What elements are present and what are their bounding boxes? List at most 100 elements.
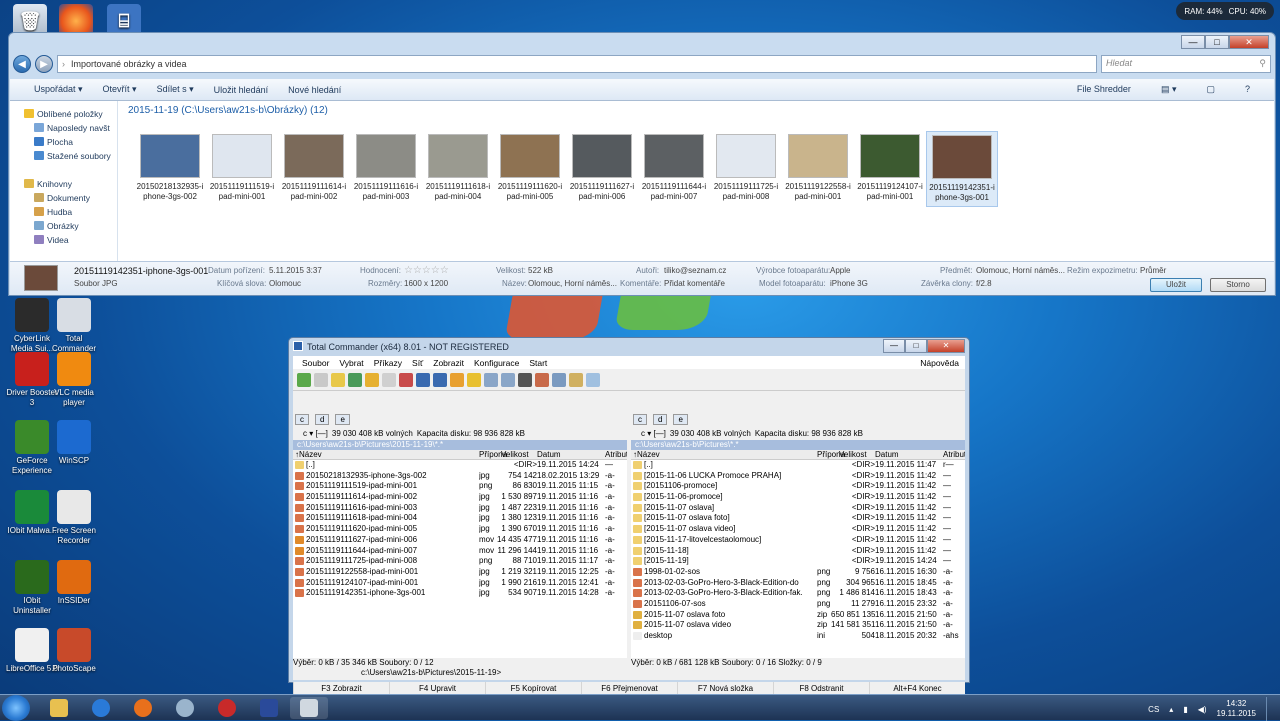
file-row[interactable]: 20150218132935-iphone-3gs-002 jpg 754 142 1… xyxy=(293,471,627,482)
new-search-button[interactable]: Nové hledání xyxy=(278,85,351,95)
file-row[interactable]: [2015-11-19] <DIR> 19.11.2015 14:24 — xyxy=(631,556,965,567)
desktop-shortcut[interactable]: WinSCP xyxy=(46,420,102,466)
file-row[interactable]: 20151119111725-ipad-mini-008 png 88 710 19.… xyxy=(293,556,627,567)
nav-item[interactable]: Dokumenty xyxy=(10,191,117,205)
file-row[interactable]: [2015-11-06 LUCKA Promoce PRAHA] <DIR> 19.… xyxy=(631,471,965,482)
invert-selection-icon[interactable] xyxy=(382,372,396,387)
zip-pack-icon[interactable] xyxy=(450,372,464,387)
left-drive-select[interactable]: c ▾ [—] xyxy=(303,429,328,438)
nav-item[interactable]: Videa xyxy=(10,233,117,247)
author-value[interactable]: tiliko@seznam.cz xyxy=(664,266,726,275)
col-attr[interactable]: Atributy xyxy=(605,450,627,459)
left-drive-c[interactable]: c xyxy=(295,413,309,425)
tray-arrow-icon[interactable]: ▴ xyxy=(1169,705,1173,714)
right-drive-e[interactable]: e xyxy=(673,413,688,425)
right-path[interactable]: c:\Users\aw21s-b\Pictures\*.* xyxy=(631,440,965,450)
file-shredder-button[interactable]: File Shredder xyxy=(1067,84,1141,95)
thumbnail-item[interactable]: 20151119111620-i pad-mini-005 xyxy=(494,131,566,207)
file-row[interactable]: 20151119111620-ipad-mini-005 jpg 1 390 670… xyxy=(293,524,627,535)
thumbnail-item[interactable]: 20151119111618-i pad-mini-004 xyxy=(422,131,494,207)
col-name[interactable]: ↑Název xyxy=(633,450,660,459)
nav-item[interactable]: Obrázky xyxy=(10,219,117,233)
total-commander-taskbar-icon[interactable] xyxy=(290,697,328,719)
file-row[interactable]: 2015-11-07 oslava video zip 141 581 351 16.… xyxy=(631,620,965,631)
subject-value[interactable]: Olomouc, Horní náměs... xyxy=(976,266,1065,275)
file-row[interactable]: 20151119111616-ipad-mini-003 jpg 1 487 223… xyxy=(293,503,627,514)
thumbnail-item[interactable]: 20151119111627-i pad-mini-006 xyxy=(566,131,638,207)
file-row[interactable]: 2013-02-03-GoPro-Hero-3-Black-Edition-fa… xyxy=(631,588,965,599)
thumbnail-item[interactable]: 20151119124107-i pad-mini-001 xyxy=(854,131,926,207)
menu-sit[interactable]: Síť xyxy=(407,358,428,368)
forward-button[interactable]: ▶ xyxy=(35,55,53,73)
col-attr[interactable]: Atributy xyxy=(943,450,965,459)
back-button[interactable]: ◀ xyxy=(13,55,31,73)
file-row[interactable]: [2015-11-07 oslava video] <DIR> 19.11.2015… xyxy=(631,524,965,535)
desktop-shortcut[interactable]: InSSIDer xyxy=(46,560,102,606)
file-row[interactable]: 20151119111644-ipad-mini-007 mov 11 296 14… xyxy=(293,546,627,557)
view-options-icon[interactable]: ▤ ▾ xyxy=(1151,84,1187,95)
pack-icon[interactable] xyxy=(399,372,413,387)
menu-napoveda[interactable]: Nápověda xyxy=(915,358,965,368)
firefox-taskbar-icon[interactable] xyxy=(124,697,162,719)
search-input[interactable]: Hledat ⚲ xyxy=(1101,55,1271,73)
nav-item[interactable]: Oblíbené položky xyxy=(10,107,117,121)
file-row[interactable]: 1998-01-02-sos png 9 756 16.11.2015 16:30 -a… xyxy=(631,567,965,578)
nav-item[interactable]: Plocha xyxy=(10,135,117,149)
desktop-shortcut[interactable]: Free Screen Recorder xyxy=(46,490,102,546)
title-value[interactable]: Olomouc, Horní náměs... xyxy=(528,279,617,288)
tree-icon[interactable] xyxy=(365,372,379,387)
nav-item[interactable]: Stažené soubory xyxy=(10,149,117,163)
unpack-icon[interactable] xyxy=(467,372,481,387)
thumbnail-item[interactable]: 20150218132935-i phone-3gs-002 xyxy=(134,131,206,207)
ftp-icon[interactable] xyxy=(535,372,549,387)
nav-item[interactable]: Naposledy navšt xyxy=(10,121,117,135)
desktop-shortcut[interactable]: VLC media player xyxy=(46,352,102,408)
keywords-value[interactable]: Olomouc xyxy=(269,279,301,288)
start-button[interactable] xyxy=(2,695,30,721)
file-row[interactable]: [20151106-promoce] <DIR> 19.11.2015 11:42 — xyxy=(631,481,965,492)
nav-item[interactable]: Knihovny xyxy=(10,177,117,191)
command-prompt-icon[interactable] xyxy=(586,372,600,387)
col-size[interactable]: Velikost xyxy=(839,450,867,459)
file-row[interactable]: 20151119124107-ipad-mini-001 jpg 1 990 216… xyxy=(293,578,627,589)
tool-taskbar-icon[interactable] xyxy=(166,697,204,719)
thumbnail-item[interactable]: 20151119111644-i pad-mini-007 xyxy=(638,131,710,207)
full-view-icon[interactable] xyxy=(331,372,345,387)
tc-minimize-button[interactable]: — xyxy=(883,339,905,353)
file-row[interactable]: [2015-11-06-promoce] <DIR> 19.11.2015 11:4… xyxy=(631,492,965,503)
menu-prikazy[interactable]: Příkazy xyxy=(369,358,407,368)
left-path[interactable]: c:\Users\aw21s-b\Pictures\2015-11-19\*.* xyxy=(293,440,627,450)
address-bar[interactable]: › Importované obrázky a videa xyxy=(57,55,1097,73)
organize-button[interactable]: Uspořádat ▾ xyxy=(24,84,93,95)
preview-pane-icon[interactable]: ▢ xyxy=(1196,84,1225,95)
right-drive-d[interactable]: d xyxy=(653,413,668,425)
minimize-button[interactable]: — xyxy=(1181,35,1205,49)
file-row[interactable]: 20151119111627-ipad-mini-006 mov 14 435 47… xyxy=(293,535,627,546)
desktop-shortcut[interactable]: PhotoScape xyxy=(46,628,102,674)
ie-taskbar-icon[interactable] xyxy=(82,697,120,719)
rating-stars[interactable]: ☆☆☆☆☆ xyxy=(404,265,449,276)
menu-zobrazit[interactable]: Zobrazit xyxy=(428,358,469,368)
menu-soubor[interactable]: Soubor xyxy=(297,358,334,368)
help-icon[interactable]: ? xyxy=(1235,84,1260,95)
left-drive-d[interactable]: d xyxy=(315,413,330,425)
file-row[interactable]: 2013-02-03-GoPro-Hero-3-Black-Edition-do… xyxy=(631,578,965,589)
desktop-shortcut[interactable]: Total Commander xyxy=(46,298,102,354)
network-tray-icon[interactable]: ▮ xyxy=(1183,705,1187,714)
file-row[interactable]: 20151119111618-ipad-mini-004 jpg 1 380 123… xyxy=(293,513,627,524)
tc-close-button[interactable]: ✕ xyxy=(927,339,965,353)
col-name[interactable]: ↑Název xyxy=(295,450,322,459)
col-date[interactable]: Datum xyxy=(537,450,561,459)
driver-booster-taskbar-icon[interactable] xyxy=(208,697,246,719)
right-drive-c[interactable]: c xyxy=(633,413,647,425)
file-row[interactable]: 20151106-07-sos png 11 279 16.11.2015 23:32… xyxy=(631,599,965,610)
multi-rename-icon[interactable] xyxy=(501,372,515,387)
show-desktop-button[interactable] xyxy=(1266,697,1274,721)
file-row[interactable]: [..] <DIR> 19.11.2015 14:24 — xyxy=(293,460,627,471)
file-row[interactable]: [..] <DIR> 19.11.2015 11:47 r— xyxy=(631,460,965,471)
language-indicator[interactable]: CS xyxy=(1148,705,1159,714)
save-button[interactable]: Uložit xyxy=(1150,278,1202,292)
volume-icon[interactable]: ◀) xyxy=(1198,705,1207,714)
maximize-button[interactable]: □ xyxy=(1205,35,1229,49)
file-row[interactable]: 20151119142351-iphone-3gs-001 jpg 534 907 1… xyxy=(293,588,627,599)
